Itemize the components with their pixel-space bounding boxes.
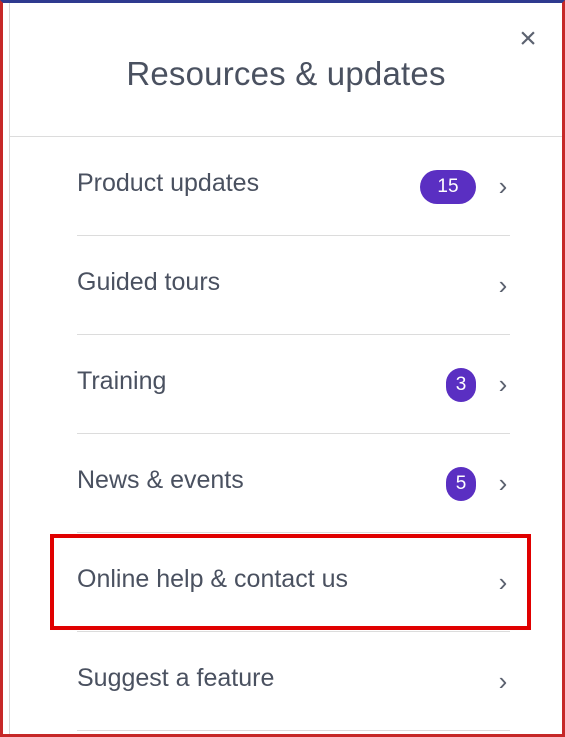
menu-item-product-updates[interactable]: Product updates 15 › — [77, 137, 510, 236]
menu-item-training[interactable]: Training 3 › — [77, 335, 510, 434]
menu-item-news-events[interactable]: News & events 5 › — [77, 434, 510, 533]
menu-item-label: Online help & contact us — [77, 565, 348, 593]
close-icon[interactable]: × — [514, 24, 542, 54]
chevron-right-icon: › — [498, 567, 508, 597]
menu-item-suggest-feature[interactable]: Suggest a feature › — [77, 632, 510, 731]
resources-menu: Product updates 15 › Guided tours › Trai… — [10, 137, 562, 731]
menu-item-label: News & events — [77, 466, 244, 494]
menu-item-guided-tours[interactable]: Guided tours › — [77, 236, 510, 335]
menu-item-label: Guided tours — [77, 268, 221, 296]
menu-item-label: Suggest a feature — [77, 664, 275, 692]
menu-item-online-help[interactable]: Online help & contact us › — [77, 533, 510, 632]
chevron-right-icon: › — [498, 666, 508, 696]
chevron-right-icon: › — [498, 369, 508, 399]
count-badge: 15 — [420, 170, 476, 204]
chevron-right-icon: › — [498, 468, 508, 498]
panel-title: Resources & updates — [126, 55, 446, 92]
window-frame: Resources & updates × Product updates 15… — [0, 0, 565, 737]
menu-item-label: Training — [77, 367, 167, 395]
chevron-right-icon: › — [498, 171, 508, 201]
panel-header: Resources & updates × — [10, 3, 562, 137]
chevron-right-icon: › — [498, 270, 508, 300]
resources-panel: Resources & updates × Product updates 15… — [9, 3, 562, 734]
count-badge: 3 — [446, 368, 476, 402]
menu-item-label: Product updates — [77, 169, 260, 197]
count-badge: 5 — [446, 467, 476, 501]
